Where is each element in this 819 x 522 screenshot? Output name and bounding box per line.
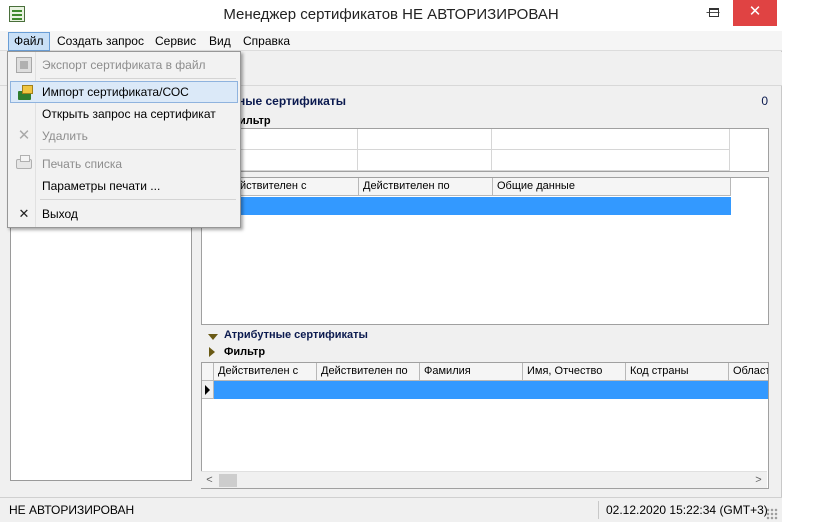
menu-item-label: Экспорт сертификата в файл: [42, 58, 206, 72]
menu-create-request[interactable]: Создать запрос: [52, 32, 149, 51]
menu-item-print-settings[interactable]: Параметры печати ...: [10, 175, 238, 197]
menu-file[interactable]: Файл: [8, 32, 50, 51]
personal-filter-grid[interactable]: [201, 128, 769, 172]
menu-item-label: Открыть запрос на сертификат: [42, 107, 216, 121]
file-menu-dropdown: Экспорт сертификата в файл Импорт сертиф…: [7, 51, 241, 228]
scroll-left-icon[interactable]: <: [201, 472, 218, 489]
menu-separator: [40, 78, 236, 79]
menu-item-open-request[interactable]: Открыть запрос на сертификат: [10, 103, 238, 125]
menu-bar: Файл Создать запрос Сервис Вид Справка: [0, 31, 782, 51]
current-row-indicator-icon: [202, 381, 214, 399]
menu-item-exit[interactable]: ✕ Выход: [10, 203, 238, 225]
menu-item-delete[interactable]: ✕ Удалить: [10, 125, 238, 147]
menu-service[interactable]: Сервис: [150, 32, 201, 51]
collapse-arrow-icon[interactable]: [208, 334, 218, 340]
scrollbar-thumb[interactable]: [219, 474, 237, 487]
maximize-button[interactable]: [709, 8, 719, 17]
menu-separator: [40, 149, 236, 150]
column-header-common-data[interactable]: Общие данные: [493, 178, 731, 196]
menu-item-print-list[interactable]: Печать списка: [10, 153, 238, 175]
selected-row[interactable]: [214, 381, 768, 399]
horizontal-scrollbar[interactable]: < >: [201, 471, 767, 488]
scroll-right-icon[interactable]: >: [750, 472, 767, 489]
selected-row[interactable]: [202, 197, 731, 215]
personal-certificates-title: ные сертификаты: [238, 94, 346, 108]
print-icon: [16, 155, 32, 169]
title-bar: Менеджер сертификатов НЕ АВТОРИЗИРОВАН —…: [0, 0, 782, 31]
column-header-name-patronymic[interactable]: Имя, Отчество: [523, 363, 626, 381]
filter-cell[interactable]: [358, 150, 492, 171]
menu-view[interactable]: Вид: [204, 32, 236, 51]
menu-help[interactable]: Справка: [238, 32, 295, 51]
menu-item-import-certificate[interactable]: Импорт сертификата/СОС: [10, 81, 238, 103]
menu-item-label: Импорт сертификата/СОС: [42, 85, 189, 99]
menu-item-label: Печать списка: [42, 157, 123, 171]
personal-certificates-count: 0: [761, 94, 768, 108]
column-header-region[interactable]: Област: [729, 363, 768, 381]
personal-filter-label[interactable]: ильтр: [239, 115, 271, 127]
status-bar: НЕ АВТОРИЗИРОВАН 02.12.2020 15:22:34 (GM…: [0, 497, 782, 522]
attribute-certificates-grid[interactable]: Действителен с Действителен по Фамилия И…: [201, 362, 769, 489]
status-separator: [598, 501, 599, 519]
import-icon: [17, 85, 33, 101]
status-datetime: 02.12.2020 15:22:34 (GMT+3): [606, 503, 768, 517]
column-header-valid-to[interactable]: Действителен по: [359, 178, 493, 196]
menu-separator: [40, 199, 236, 200]
menu-item-label: Параметры печати ...: [42, 179, 161, 193]
window-title: Менеджер сертификатов НЕ АВТОРИЗИРОВАН: [223, 6, 559, 23]
export-icon: [16, 57, 32, 73]
resize-grip-icon[interactable]: [766, 508, 778, 520]
menu-item-label: Выход: [42, 207, 78, 221]
auth-status: НЕ АВТОРИЗИРОВАН: [9, 503, 135, 517]
filter-cell[interactable]: [358, 129, 492, 150]
menu-item-export-certificate[interactable]: Экспорт сертификата в файл: [10, 54, 238, 76]
attribute-certificates-title: Атрибутные сертификаты: [224, 329, 368, 341]
personal-certificates-grid[interactable]: йствителен с Действителен по Общие данны…: [201, 177, 769, 325]
app-window: Менеджер сертификатов НЕ АВТОРИЗИРОВАН —…: [0, 0, 782, 522]
expand-arrow-icon[interactable]: [209, 347, 215, 357]
menu-item-label: Удалить: [42, 129, 88, 143]
row-header-corner: [202, 363, 214, 381]
exit-icon: ✕: [18, 206, 30, 221]
attribute-filter-label[interactable]: Фильтр: [224, 346, 265, 358]
column-header-surname[interactable]: Фамилия: [420, 363, 523, 381]
close-button[interactable]: ✕: [733, 0, 777, 26]
delete-icon: ✕: [17, 127, 31, 144]
filter-cell[interactable]: [492, 129, 730, 150]
column-header-country-code[interactable]: Код страны: [626, 363, 729, 381]
column-header-valid-to[interactable]: Действителен по: [317, 363, 420, 381]
filter-cell[interactable]: [492, 150, 730, 171]
column-header-valid-from[interactable]: Действителен с: [214, 363, 317, 381]
